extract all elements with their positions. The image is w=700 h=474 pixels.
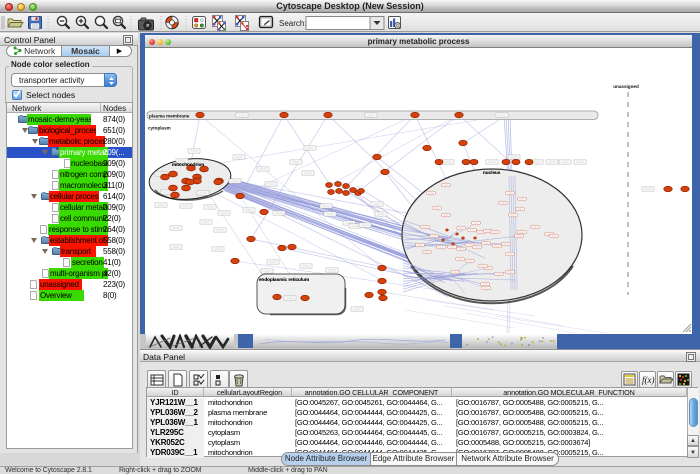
svg-text:Search:: Search:: [279, 19, 307, 28]
svg-text:plasma membrane: plasma membrane: [149, 114, 190, 119]
svg-text:mitochondrion: mitochondrion: [172, 162, 204, 167]
svg-text:cytoplasm: cytoplasm: [148, 126, 171, 131]
svg-text:endoplasmic reticulum: endoplasmic reticulum: [259, 277, 309, 282]
svg-text:f(x): f(x): [642, 375, 655, 385]
svg-text:nucleus: nucleus: [483, 170, 501, 175]
svg-text:unassigned: unassigned: [613, 84, 639, 89]
